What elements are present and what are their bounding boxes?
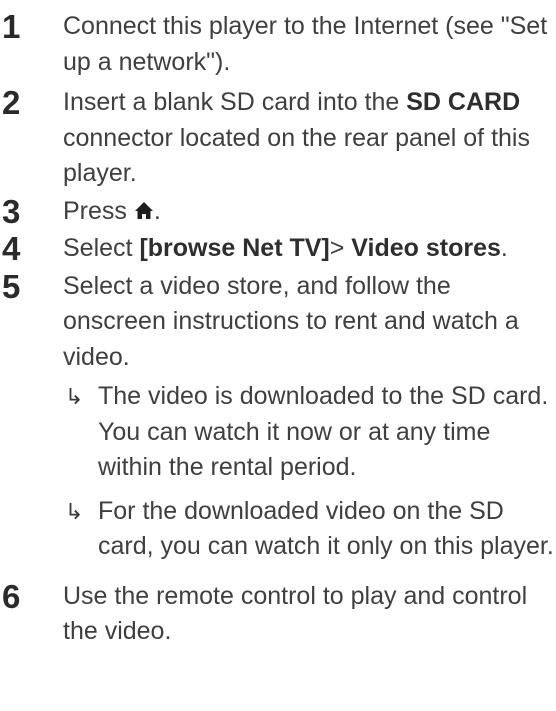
step-number: 2 (2, 84, 21, 121)
step-3: 3 Press . (0, 194, 556, 230)
result-arrow-icon: ↳ (65, 498, 84, 524)
step-number: 3 (2, 192, 21, 230)
step-6: 6 Use the remote control to play and con… (0, 579, 556, 650)
video-stores-label: Video stores (351, 234, 501, 262)
sd-card-label: SD CARD (406, 88, 521, 116)
instruction-steps: 1 Connect this player to the Internet (s… (0, 0, 556, 645)
step-text: Use the remote control to play and contr… (63, 581, 528, 646)
step-text-pre: Insert a blank SD card into the (63, 88, 407, 116)
step-text: Select a video store, and follow the ons… (63, 271, 519, 371)
result-text: The video is downloaded to the SD card. … (98, 382, 549, 481)
step-text-mid: > (329, 234, 352, 262)
step-number: 1 (2, 8, 21, 45)
step-text-post: connector located on the rear panel of t… (63, 123, 530, 188)
step-5: 5 Select a video store, and follow the o… (0, 269, 556, 565)
step-number: 6 (2, 577, 21, 615)
step-text-post: . (153, 196, 161, 225)
result-item: ↳ For the downloaded video on the SD car… (63, 494, 556, 565)
browse-net-tv-label: [browse Net TV] (139, 234, 330, 262)
step-text: Connect this player to the Internet (see… (63, 12, 548, 76)
result-text: For the downloaded video on the SD card,… (98, 496, 554, 561)
step-4: 4 Select [browse Net TV]> Video stores. (0, 231, 556, 267)
result-arrow-icon: ↳ (65, 384, 84, 409)
step-text-pre: Press (63, 196, 134, 225)
step-number: 4 (2, 230, 21, 267)
step-number: 5 (2, 267, 21, 305)
step-2: 2 Insert a blank SD card into the SD CAR… (0, 85, 556, 192)
step-text-post: . (500, 234, 508, 262)
result-item: ↳ The video is downloaded to the SD card… (63, 379, 556, 486)
home-icon (134, 196, 154, 219)
step-1: 1 Connect this player to the Internet (s… (0, 9, 556, 80)
step-text-pre: Select (63, 234, 140, 262)
